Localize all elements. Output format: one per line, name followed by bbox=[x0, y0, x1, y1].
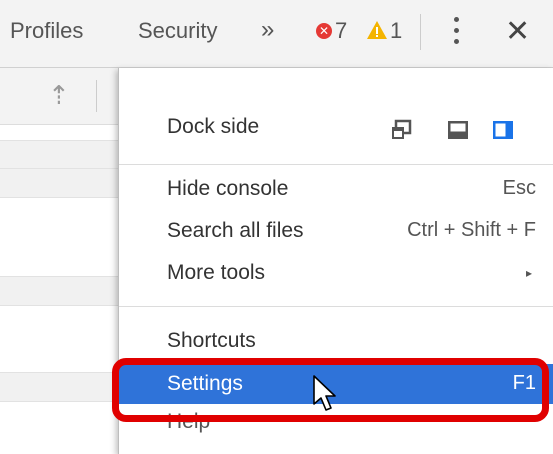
tab-profiles[interactable]: Profiles bbox=[10, 18, 83, 44]
warning-count[interactable]: 1 bbox=[390, 18, 402, 44]
menu-separator bbox=[119, 164, 553, 165]
menu-item-shortcut: Ctrl + Shift + F bbox=[407, 219, 536, 241]
menu-item-dock-side: Dock side bbox=[119, 98, 553, 148]
menu-item-label: More tools bbox=[167, 261, 266, 284]
devtools-toolbar: Profiles Security » ✕ 7 1 ✕ bbox=[0, 0, 553, 68]
panel-row bbox=[0, 372, 130, 402]
menu-separator bbox=[119, 306, 553, 307]
panel-row bbox=[0, 140, 130, 170]
undock-icon[interactable] bbox=[389, 118, 413, 142]
toolbar-divider bbox=[420, 14, 421, 50]
more-tabs-icon[interactable]: » bbox=[261, 16, 274, 44]
error-circle-icon[interactable]: ✕ bbox=[316, 23, 332, 39]
mouse-cursor-icon bbox=[313, 375, 336, 411]
menu-item-label: Dock side bbox=[167, 115, 260, 138]
menu-item-label: Shortcuts bbox=[167, 329, 256, 352]
panel-row bbox=[0, 168, 130, 198]
menu-item-label: Search all files bbox=[167, 219, 304, 242]
dock-bottom-icon[interactable] bbox=[446, 118, 470, 142]
menu-item-label: Settings bbox=[167, 372, 243, 395]
subtoolbar-divider bbox=[96, 80, 97, 112]
menu-item-hide-console[interactable]: Hide console Esc bbox=[119, 170, 553, 208]
menu-item-shortcut: F1 bbox=[512, 372, 536, 394]
menu-item-label: Hide console bbox=[167, 177, 289, 200]
menu-item-search-all-files[interactable]: Search all files Ctrl + Shift + F bbox=[119, 212, 553, 250]
kebab-menu-icon[interactable] bbox=[452, 14, 460, 52]
warning-triangle-icon[interactable] bbox=[366, 19, 388, 41]
menu-item-more-tools[interactable]: More tools ▸ bbox=[119, 254, 553, 292]
close-devtools-icon[interactable]: ✕ bbox=[505, 14, 530, 50]
underlying-panel: ⇡ bbox=[0, 68, 130, 454]
panel-subtoolbar: ⇡ bbox=[0, 68, 130, 125]
error-count[interactable]: 7 bbox=[335, 18, 347, 44]
dock-right-icon[interactable] bbox=[491, 118, 515, 142]
menu-item-shortcut: Esc bbox=[502, 177, 536, 199]
upload-icon[interactable]: ⇡ bbox=[48, 80, 70, 111]
menu-item-shortcuts[interactable]: Shortcuts bbox=[119, 322, 553, 360]
tab-security[interactable]: Security bbox=[138, 18, 217, 44]
submenu-arrow-icon: ▸ bbox=[525, 266, 532, 280]
panel-row bbox=[0, 276, 130, 306]
menu-item-label: Help bbox=[167, 410, 211, 433]
